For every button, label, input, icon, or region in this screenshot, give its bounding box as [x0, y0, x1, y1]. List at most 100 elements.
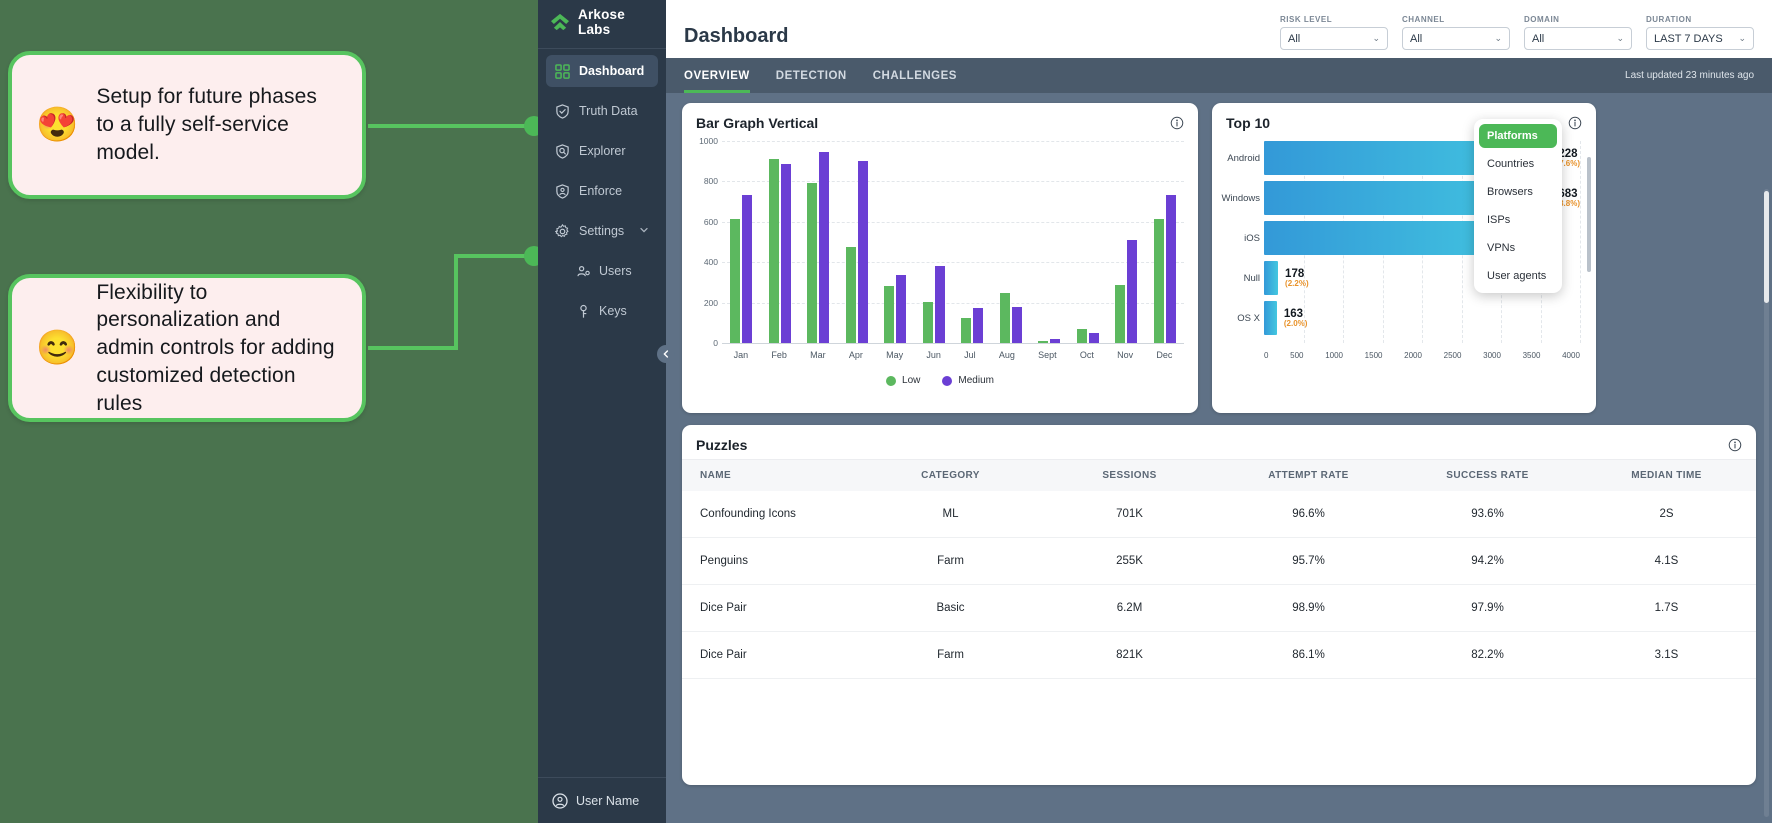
table-column-header[interactable]: MEDIAN TIME [1577, 459, 1756, 491]
bar-group[interactable] [1153, 141, 1176, 343]
sidebar: Arkose Labs Dashboard Truth Data Explore… [538, 0, 675, 823]
legend-item-low: Low [886, 375, 920, 386]
bar-low[interactable] [730, 218, 741, 343]
bar-low[interactable] [845, 247, 856, 343]
top10-x-tick: 2500 [1443, 351, 1462, 360]
bar-medium[interactable] [1050, 338, 1061, 343]
bar-medium[interactable] [1088, 332, 1099, 343]
bar-low[interactable] [807, 183, 818, 343]
bar-group[interactable] [1115, 141, 1138, 343]
top10-title: Top 10 [1226, 115, 1271, 131]
sidebar-item-truth-data[interactable]: Truth Data [546, 95, 658, 127]
table-cell: Basic [861, 584, 1040, 632]
table-row[interactable]: Dice Pair Basic 6.2M 98.9% 97.9% 1.7S [682, 584, 1756, 632]
bar-group[interactable] [1076, 141, 1099, 343]
sidebar-item-enforce[interactable]: Enforce [546, 175, 658, 207]
bar-medium[interactable] [896, 274, 907, 343]
sidebar-user[interactable]: User Name [538, 777, 666, 823]
bar-group[interactable] [730, 141, 753, 343]
tab-challenges[interactable]: CHALLENGES [873, 58, 957, 93]
bar-group[interactable] [768, 141, 791, 343]
sidebar-item-keys[interactable]: Keys [546, 295, 658, 327]
bar-low[interactable] [922, 302, 933, 343]
top10-bar[interactable] [1264, 261, 1279, 295]
bar-low[interactable] [961, 317, 972, 343]
bar-medium[interactable] [934, 265, 945, 343]
app-window: Arkose Labs Dashboard Truth Data Explore… [538, 0, 1772, 823]
bar-low[interactable] [768, 158, 779, 343]
domain-select[interactable]: All ⌄ [1524, 27, 1632, 50]
table-cell: 95.7% [1219, 537, 1398, 585]
callout-text-2: Flexibility to personalization and admin… [96, 280, 335, 415]
dropdown-item-user-agents[interactable]: User agents [1479, 264, 1557, 288]
top10-scrollbar[interactable] [1587, 157, 1591, 272]
bar-group[interactable] [845, 141, 868, 343]
table-column-header[interactable]: CATEGORY [861, 459, 1040, 491]
tab-detection[interactable]: DETECTION [776, 58, 847, 93]
sidebar-item-users[interactable]: Users [546, 255, 658, 287]
sidebar-item-settings[interactable]: Settings [546, 215, 658, 247]
dropdown-item-platforms[interactable]: Platforms [1479, 124, 1557, 148]
sidebar-item-explorer[interactable]: Explorer [546, 135, 658, 167]
tab-overview[interactable]: OVERVIEW [684, 58, 750, 93]
filter-domain: DOMAIN All ⌄ [1524, 15, 1632, 50]
bar-medium[interactable] [1011, 307, 1022, 343]
bar-group[interactable] [922, 141, 945, 343]
info-icon[interactable] [1170, 116, 1184, 130]
bar-low[interactable] [1115, 285, 1126, 343]
top10-bar[interactable] [1264, 301, 1277, 335]
bar-medium[interactable] [742, 194, 753, 343]
dropdown-item-browsers[interactable]: Browsers [1479, 180, 1557, 204]
page-scrollbar-thumb[interactable] [1764, 191, 1769, 303]
last-updated-text: Last updated 23 minutes ago [1625, 70, 1754, 81]
bar-medium[interactable] [1127, 239, 1138, 343]
filter-label: CHANNEL [1402, 15, 1445, 24]
table-cell: Confounding Icons [682, 491, 861, 538]
bar-group[interactable] [884, 141, 907, 343]
bar-medium[interactable] [780, 163, 791, 343]
bar-low[interactable] [1038, 340, 1049, 343]
bar-low[interactable] [999, 292, 1010, 343]
plot [722, 141, 1184, 344]
bar-group[interactable] [999, 141, 1022, 343]
top10-row[interactable]: OS X 163 (2.0%) [1237, 301, 1580, 335]
table-row[interactable]: Dice Pair Farm 821K 86.1% 82.2% 3.1S [682, 631, 1756, 679]
bar-group[interactable] [1038, 141, 1061, 343]
bar-medium[interactable] [1165, 194, 1176, 343]
channel-select[interactable]: All ⌄ [1402, 27, 1510, 50]
info-icon[interactable] [1728, 438, 1742, 452]
puzzles-table: NAME CATEGORY SESSIONS ATTEMPT RATE SUCCESS … [682, 459, 1756, 679]
x-axis: Jan Feb Mar Apr May Jun Jul Aug Sept Oct Nov Dec [722, 345, 1184, 369]
duration-value: LAST 7 DAYS [1654, 32, 1723, 45]
filter-label: DOMAIN [1524, 15, 1560, 24]
legend-label-low: Low [902, 375, 921, 386]
table-column-header[interactable]: ATTEMPT RATE [1219, 459, 1398, 491]
info-icon[interactable] [1568, 116, 1582, 130]
bar-group[interactable] [961, 141, 984, 343]
bar-low[interactable] [884, 286, 895, 343]
table-column-header[interactable]: SUCCESS RATE [1398, 459, 1577, 491]
gridline [722, 343, 1184, 344]
bar-group[interactable] [807, 141, 830, 343]
table-column-header[interactable]: NAME [682, 459, 861, 491]
sidebar-collapse-button[interactable] [657, 345, 675, 363]
sidebar-item-dashboard[interactable]: Dashboard [546, 55, 658, 87]
table-row[interactable]: Penguins Farm 255K 95.7% 94.2% 4.1S [682, 537, 1756, 585]
dropdown-item-isps[interactable]: ISPs [1479, 208, 1557, 232]
dropdown-item-vpns[interactable]: VPNs [1479, 236, 1557, 260]
dropdown-item-countries[interactable]: Countries [1479, 152, 1557, 176]
bar-medium[interactable] [857, 161, 868, 343]
page-scrollbar[interactable] [1764, 189, 1769, 817]
duration-select[interactable]: LAST 7 DAYS ⌄ [1646, 27, 1754, 50]
chevron-down-icon[interactable] [639, 224, 649, 238]
bar-low[interactable] [1076, 328, 1087, 343]
table-row[interactable]: Confounding Icons ML 701K 96.6% 93.6% 2S [682, 491, 1756, 538]
filter-channel: CHANNEL All ⌄ [1402, 15, 1510, 50]
bar-medium[interactable] [973, 308, 984, 343]
bar-low[interactable] [1153, 218, 1164, 343]
risk-level-select[interactable]: All ⌄ [1280, 27, 1388, 50]
top10-x-tick: 3000 [1483, 351, 1501, 360]
bar-medium[interactable] [819, 151, 830, 343]
table-column-header[interactable]: SESSIONS [1040, 459, 1219, 491]
user-circle-icon [552, 792, 568, 809]
